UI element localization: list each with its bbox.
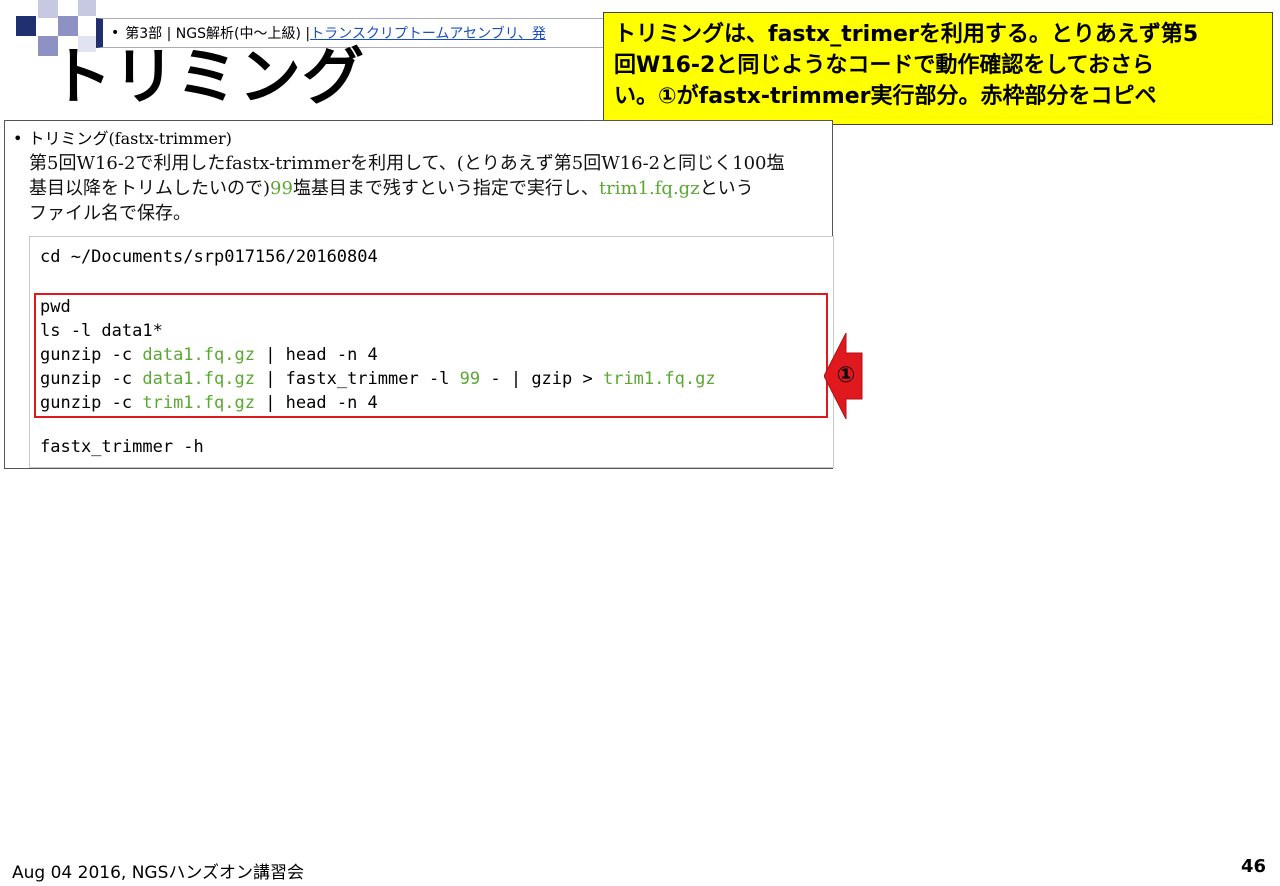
footer-text: Aug 04 2016, NGSハンズオン講習会	[12, 863, 305, 883]
code-number: 99	[459, 369, 481, 389]
desc-text: 基目以降をトリムしたいので)	[29, 178, 271, 199]
code-string: trim1.fq.gz	[142, 393, 255, 413]
code-text: gunzip -c	[40, 393, 143, 413]
desc-text: という	[699, 178, 754, 199]
content-frame: • トリミング(fastx-trimmer) 第5回W16-2で利用したfastx…	[4, 120, 834, 469]
code-line: gunzip -c data1.fq.gz | fastx_trimmer -l…	[40, 367, 716, 391]
decor-square	[16, 16, 36, 36]
code-text: - | gzip >	[480, 369, 603, 389]
desc-highlight: 99	[270, 178, 293, 199]
code-text: cd ~/Documents/srp017156/20160804	[40, 247, 378, 267]
code-line: fastx_trimmer -h	[40, 435, 204, 459]
note-line: い。①がfastx-trimmer実行部分。赤枠部分をコピペ	[614, 84, 1157, 109]
note-line: トリミングは、fastx_trimerを利用する。とりあえず第5	[614, 22, 1199, 47]
callout-note: トリミングは、fastx_trimerを利用する。とりあえず第5 回W16-2と…	[603, 12, 1273, 125]
code-line: gunzip -c trim1.fq.gz | head -n 4	[40, 391, 378, 415]
page-number: 46	[1240, 856, 1266, 877]
step-marker: ①	[836, 363, 856, 388]
code-line: cd ~/Documents/srp017156/20160804	[40, 245, 378, 269]
code-text: gunzip -c	[40, 345, 143, 365]
code-text: gunzip -c	[40, 369, 143, 389]
code-line: ls -l data1*	[40, 319, 163, 343]
desc-text: 塩基目まで残すという指定で実行し、	[292, 178, 599, 199]
code-text: | fastx_trimmer -l	[254, 369, 460, 389]
page-title: トリミング	[50, 40, 366, 113]
note-line: 回W16-2と同じようなコードで動作確認をしておさら	[614, 53, 1155, 78]
item-heading-text: トリミング(fastx-trimmer)	[28, 129, 232, 148]
decor-square	[58, 16, 78, 36]
item-heading: • トリミング(fastx-trimmer)	[13, 125, 232, 149]
bullet-icon: •	[13, 129, 23, 148]
desc-highlight: trim1.fq.gz	[598, 178, 700, 199]
code-string: data1.fq.gz	[142, 345, 255, 365]
code-text: pwd	[40, 297, 71, 317]
code-text: ls -l data1*	[40, 321, 163, 341]
desc-text: ファイル名で保存。	[29, 203, 191, 224]
code-block[interactable]: cd ~/Documents/srp017156/20160804 pwd ls…	[29, 236, 834, 468]
desc-text: 第5回W16-2で利用したfastx-trimmerを利用して、(とりあえず第5…	[29, 153, 785, 174]
code-text: | head -n 4	[254, 393, 378, 413]
code-string: data1.fq.gz	[142, 369, 255, 389]
bullet-icon: •	[111, 25, 120, 41]
decor-square	[78, 0, 96, 16]
decor-square	[38, 0, 58, 18]
code-string: trim1.fq.gz	[602, 369, 716, 389]
code-text: fastx_trimmer -h	[40, 437, 204, 457]
code-line: pwd	[40, 295, 71, 319]
code-line: gunzip -c data1.fq.gz | head -n 4	[40, 343, 378, 367]
code-text: | head -n 4	[254, 345, 378, 365]
item-description: 第5回W16-2で利用したfastx-trimmerを利用して、(とりあえず第5…	[29, 151, 819, 226]
